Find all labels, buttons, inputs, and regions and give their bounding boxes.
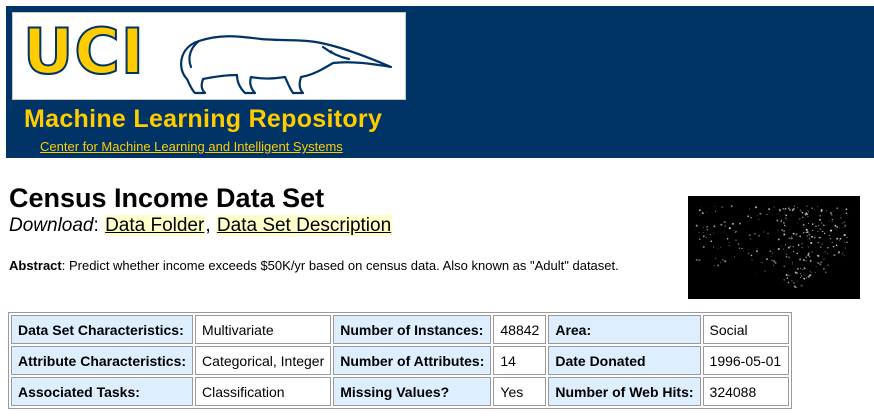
abstract: Abstract: Predict whether income exceeds…	[9, 258, 619, 273]
header-banner: UCI Machine Learning Repository Center f…	[6, 6, 874, 158]
repo-subtitle-link[interactable]: Center for Machine Learning and Intellig…	[40, 139, 343, 154]
download-sep: :	[93, 215, 99, 236]
download-label: Download	[9, 215, 94, 236]
value-cell: 324088	[702, 377, 789, 406]
usa-map-svg	[695, 205, 849, 288]
value-cell: Multivariate	[195, 315, 332, 344]
data-folder-link[interactable]: Data Folder	[104, 215, 206, 236]
label-cell: Missing Values?	[333, 377, 492, 406]
abstract-label: Abstract	[9, 258, 62, 273]
value-cell: Classification	[195, 377, 332, 406]
table-row: Data Set Characteristics: Multivariate N…	[11, 315, 789, 344]
repo-title: Machine Learning Repository	[24, 105, 383, 133]
uci-logo[interactable]: UCI	[12, 12, 406, 100]
value-cell: 14	[493, 346, 547, 375]
value-cell: Social	[702, 315, 789, 344]
usa-night-lights-map	[688, 196, 860, 299]
label-cell: Number of Instances:	[333, 315, 492, 344]
download-line: Download: Data Folder, Data Set Descript…	[9, 215, 393, 237]
link-sep: ,	[205, 215, 211, 236]
value-cell: Categorical, Integer	[195, 346, 332, 375]
label-cell: Area:	[548, 315, 701, 344]
label-cell: Number of Attributes:	[333, 346, 492, 375]
uci-logo-text: UCI	[22, 15, 145, 88]
label-cell: Data Set Characteristics:	[11, 315, 194, 344]
value-cell: 48842	[493, 315, 547, 344]
label-cell: Associated Tasks:	[11, 377, 194, 406]
data-set-description-link[interactable]: Data Set Description	[215, 215, 393, 236]
dataset-characteristics-table: Data Set Characteristics: Multivariate N…	[8, 312, 792, 409]
abstract-text: : Predict whether income exceeds $50K/yr…	[61, 258, 619, 273]
value-cell: 1996-05-01	[702, 346, 789, 375]
label-cell: Number of Web Hits:	[548, 377, 701, 406]
table-row: Associated Tasks: Classification Missing…	[11, 377, 789, 406]
table-row: Attribute Characteristics: Categorical, …	[11, 346, 789, 375]
value-cell: Yes	[493, 377, 547, 406]
label-cell: Attribute Characteristics:	[11, 346, 194, 375]
label-cell: Date Donated	[548, 346, 701, 375]
anteater-icon	[180, 35, 393, 95]
dataset-title: Census Income Data Set	[9, 183, 325, 213]
